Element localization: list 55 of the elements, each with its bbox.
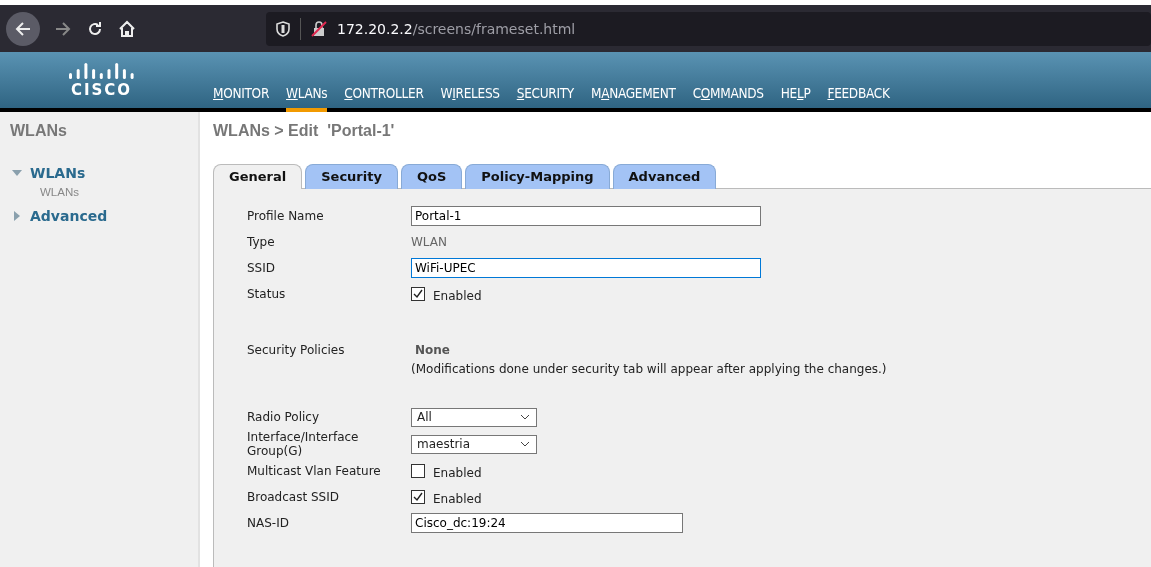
tab[interactable]: Advanced (612, 164, 717, 189)
insecure-lock-icon[interactable] (311, 20, 327, 37)
nav-tab[interactable]: MONITOR (213, 85, 270, 112)
sidebar-item[interactable]: Advanced (30, 208, 108, 224)
sidebar-item[interactable]: WLANs (30, 165, 86, 181)
field-label: NAS-ID (247, 516, 290, 530)
home-icon[interactable] (118, 19, 136, 38)
text-field[interactable]: Cisco_dc:19:24 (411, 513, 683, 533)
field-label: Broadcast SSID (247, 490, 340, 504)
checkbox-label: Enabled (433, 491, 482, 506)
nav-tab[interactable]: WLANs (286, 85, 328, 112)
sidebar-title: WLANs (10, 122, 68, 140)
chevron-down-icon (520, 441, 530, 447)
nav-tab[interactable]: CONTROLLER (344, 85, 424, 112)
field-label: Radio Policy (247, 410, 321, 424)
tab[interactable]: Security (305, 164, 398, 189)
back-button[interactable] (6, 11, 40, 46)
dropdown[interactable]: maestria (411, 434, 537, 454)
field-label: SSID (247, 261, 276, 275)
tab[interactable]: Policy-Mapping (465, 164, 610, 189)
field-label: Security Policies (247, 342, 346, 357)
checkbox[interactable] (411, 287, 425, 301)
back-arrow-icon (14, 19, 32, 38)
reload-icon[interactable] (86, 19, 104, 38)
text-field[interactable]: WiFi-UPEC (411, 258, 761, 278)
tab[interactable]: General (213, 164, 303, 189)
dropdown[interactable]: All (411, 407, 537, 427)
field-value: WLAN (411, 235, 448, 249)
field-value: None (415, 343, 451, 357)
address-bar[interactable]: 172.20.2.2/screens/frameset.html (266, 11, 1151, 46)
nav-tab[interactable]: WIRELESS (440, 85, 500, 112)
bridge-logo-icon (66, 62, 137, 82)
nav-tab[interactable]: COMMANDS (692, 85, 764, 112)
field-label: Type (247, 235, 276, 249)
tab[interactable]: QoS (400, 164, 463, 189)
checkbox-label: Enabled (433, 465, 482, 480)
logo-text: CISCO (70, 82, 133, 98)
url-text[interactable]: 172.20.2.2/screens/frameset.html (337, 20, 576, 37)
checkbox[interactable] (411, 490, 425, 504)
forward-icon[interactable] (54, 19, 72, 38)
text-field[interactable]: Portal-1 (411, 206, 761, 226)
field-label: Profile Name (247, 209, 325, 223)
note-text: (Modifications done under security tab will appear after applying the changes.) (411, 362, 888, 376)
checkbox[interactable] (411, 464, 425, 478)
field-label: Interface/Interface Group(G) (247, 430, 360, 458)
nav-tab[interactable]: HELP (780, 85, 811, 112)
page-title: WLANs > Edit 'Portal-1' (213, 122, 396, 140)
shield-icon[interactable] (276, 20, 290, 37)
field-label: Status (247, 287, 287, 301)
nav-tab[interactable]: MANAGEMENT (590, 85, 676, 112)
checkbox-label: Enabled (433, 288, 482, 303)
chevron-down-icon (520, 414, 530, 420)
field-label: Multicast Vlan Feature (247, 464, 382, 478)
nav-tab[interactable]: FEEDBACK (827, 85, 890, 112)
nav-tab[interactable]: SECURITY (516, 85, 574, 112)
